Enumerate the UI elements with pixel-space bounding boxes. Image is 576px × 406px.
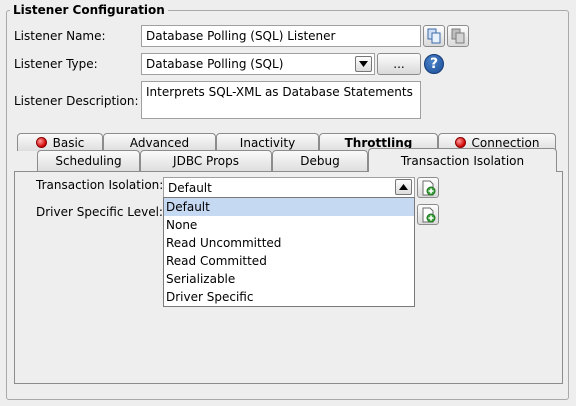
- driver-specific-level-label: Driver Specific Level:: [36, 205, 163, 219]
- browse-button[interactable]: ...: [377, 53, 421, 75]
- listener-description-label: Listener Description:: [14, 94, 139, 108]
- tab-debug[interactable]: Debug: [272, 150, 368, 171]
- listener-type-select[interactable]: Database Polling (SQL): [141, 53, 375, 75]
- tab-label: Inactivity: [239, 135, 296, 150]
- tab-basic[interactable]: Basic: [17, 133, 103, 151]
- listener-type-dropdown-button[interactable]: [355, 56, 372, 72]
- tab-jdbc-props[interactable]: JDBC Props: [140, 150, 272, 171]
- add-driver-level-button[interactable]: [417, 204, 439, 225]
- paste-button[interactable]: [447, 25, 469, 47]
- copy-icon: [427, 28, 441, 44]
- tab-label: Transaction Isolation: [400, 153, 525, 168]
- tab-inactivity[interactable]: Inactivity: [216, 133, 319, 151]
- transaction-isolation-options: Default None Read Uncommitted Read Commi…: [163, 197, 415, 307]
- paste-icon: [451, 28, 465, 44]
- add-document-icon: [422, 180, 436, 195]
- tab-label: Scheduling: [55, 154, 122, 168]
- add-isolation-button[interactable]: [417, 177, 439, 198]
- listener-name-label: Listener Name:: [14, 29, 106, 43]
- option-read-committed[interactable]: Read Committed: [164, 252, 414, 270]
- listener-description-field[interactable]: Interprets SQL-XML as Database Statement…: [141, 81, 421, 119]
- listener-type-label: Listener Type:: [14, 57, 98, 71]
- chevron-down-icon: [359, 61, 368, 67]
- tab-advanced[interactable]: Advanced: [103, 133, 216, 151]
- transaction-isolation-select[interactable]: Default: [163, 177, 415, 198]
- option-driver-specific[interactable]: Driver Specific: [164, 288, 414, 306]
- tab-scheduling[interactable]: Scheduling: [37, 150, 140, 171]
- red-dot-icon: [35, 137, 47, 148]
- tab-label: Advanced: [129, 135, 190, 150]
- red-dot-icon: [454, 137, 466, 148]
- option-none[interactable]: None: [164, 216, 414, 234]
- help-icon[interactable]: ?: [424, 54, 444, 74]
- chevron-up-icon: [399, 184, 408, 190]
- transaction-isolation-label: Transaction Isolation:: [36, 178, 164, 192]
- tab-label: JDBC Props: [173, 154, 239, 168]
- transaction-isolation-value: Default: [168, 181, 212, 195]
- transaction-isolation-dropdown-button[interactable]: [395, 179, 412, 195]
- listener-type-value: Database Polling (SQL): [146, 57, 284, 71]
- copy-button[interactable]: [423, 25, 445, 47]
- option-serializable[interactable]: Serializable: [164, 270, 414, 288]
- add-document-icon: [422, 207, 436, 222]
- tab-transaction-isolation[interactable]: Transaction Isolation: [368, 148, 557, 172]
- tab-label: Debug: [300, 154, 340, 168]
- group-title: Listener Configuration: [10, 3, 168, 17]
- tab-label: Basic: [52, 135, 85, 150]
- option-read-uncommitted[interactable]: Read Uncommitted: [164, 234, 414, 252]
- option-default[interactable]: Default: [164, 198, 414, 216]
- listener-name-field[interactable]: Database Polling (SQL) Listener: [141, 25, 421, 47]
